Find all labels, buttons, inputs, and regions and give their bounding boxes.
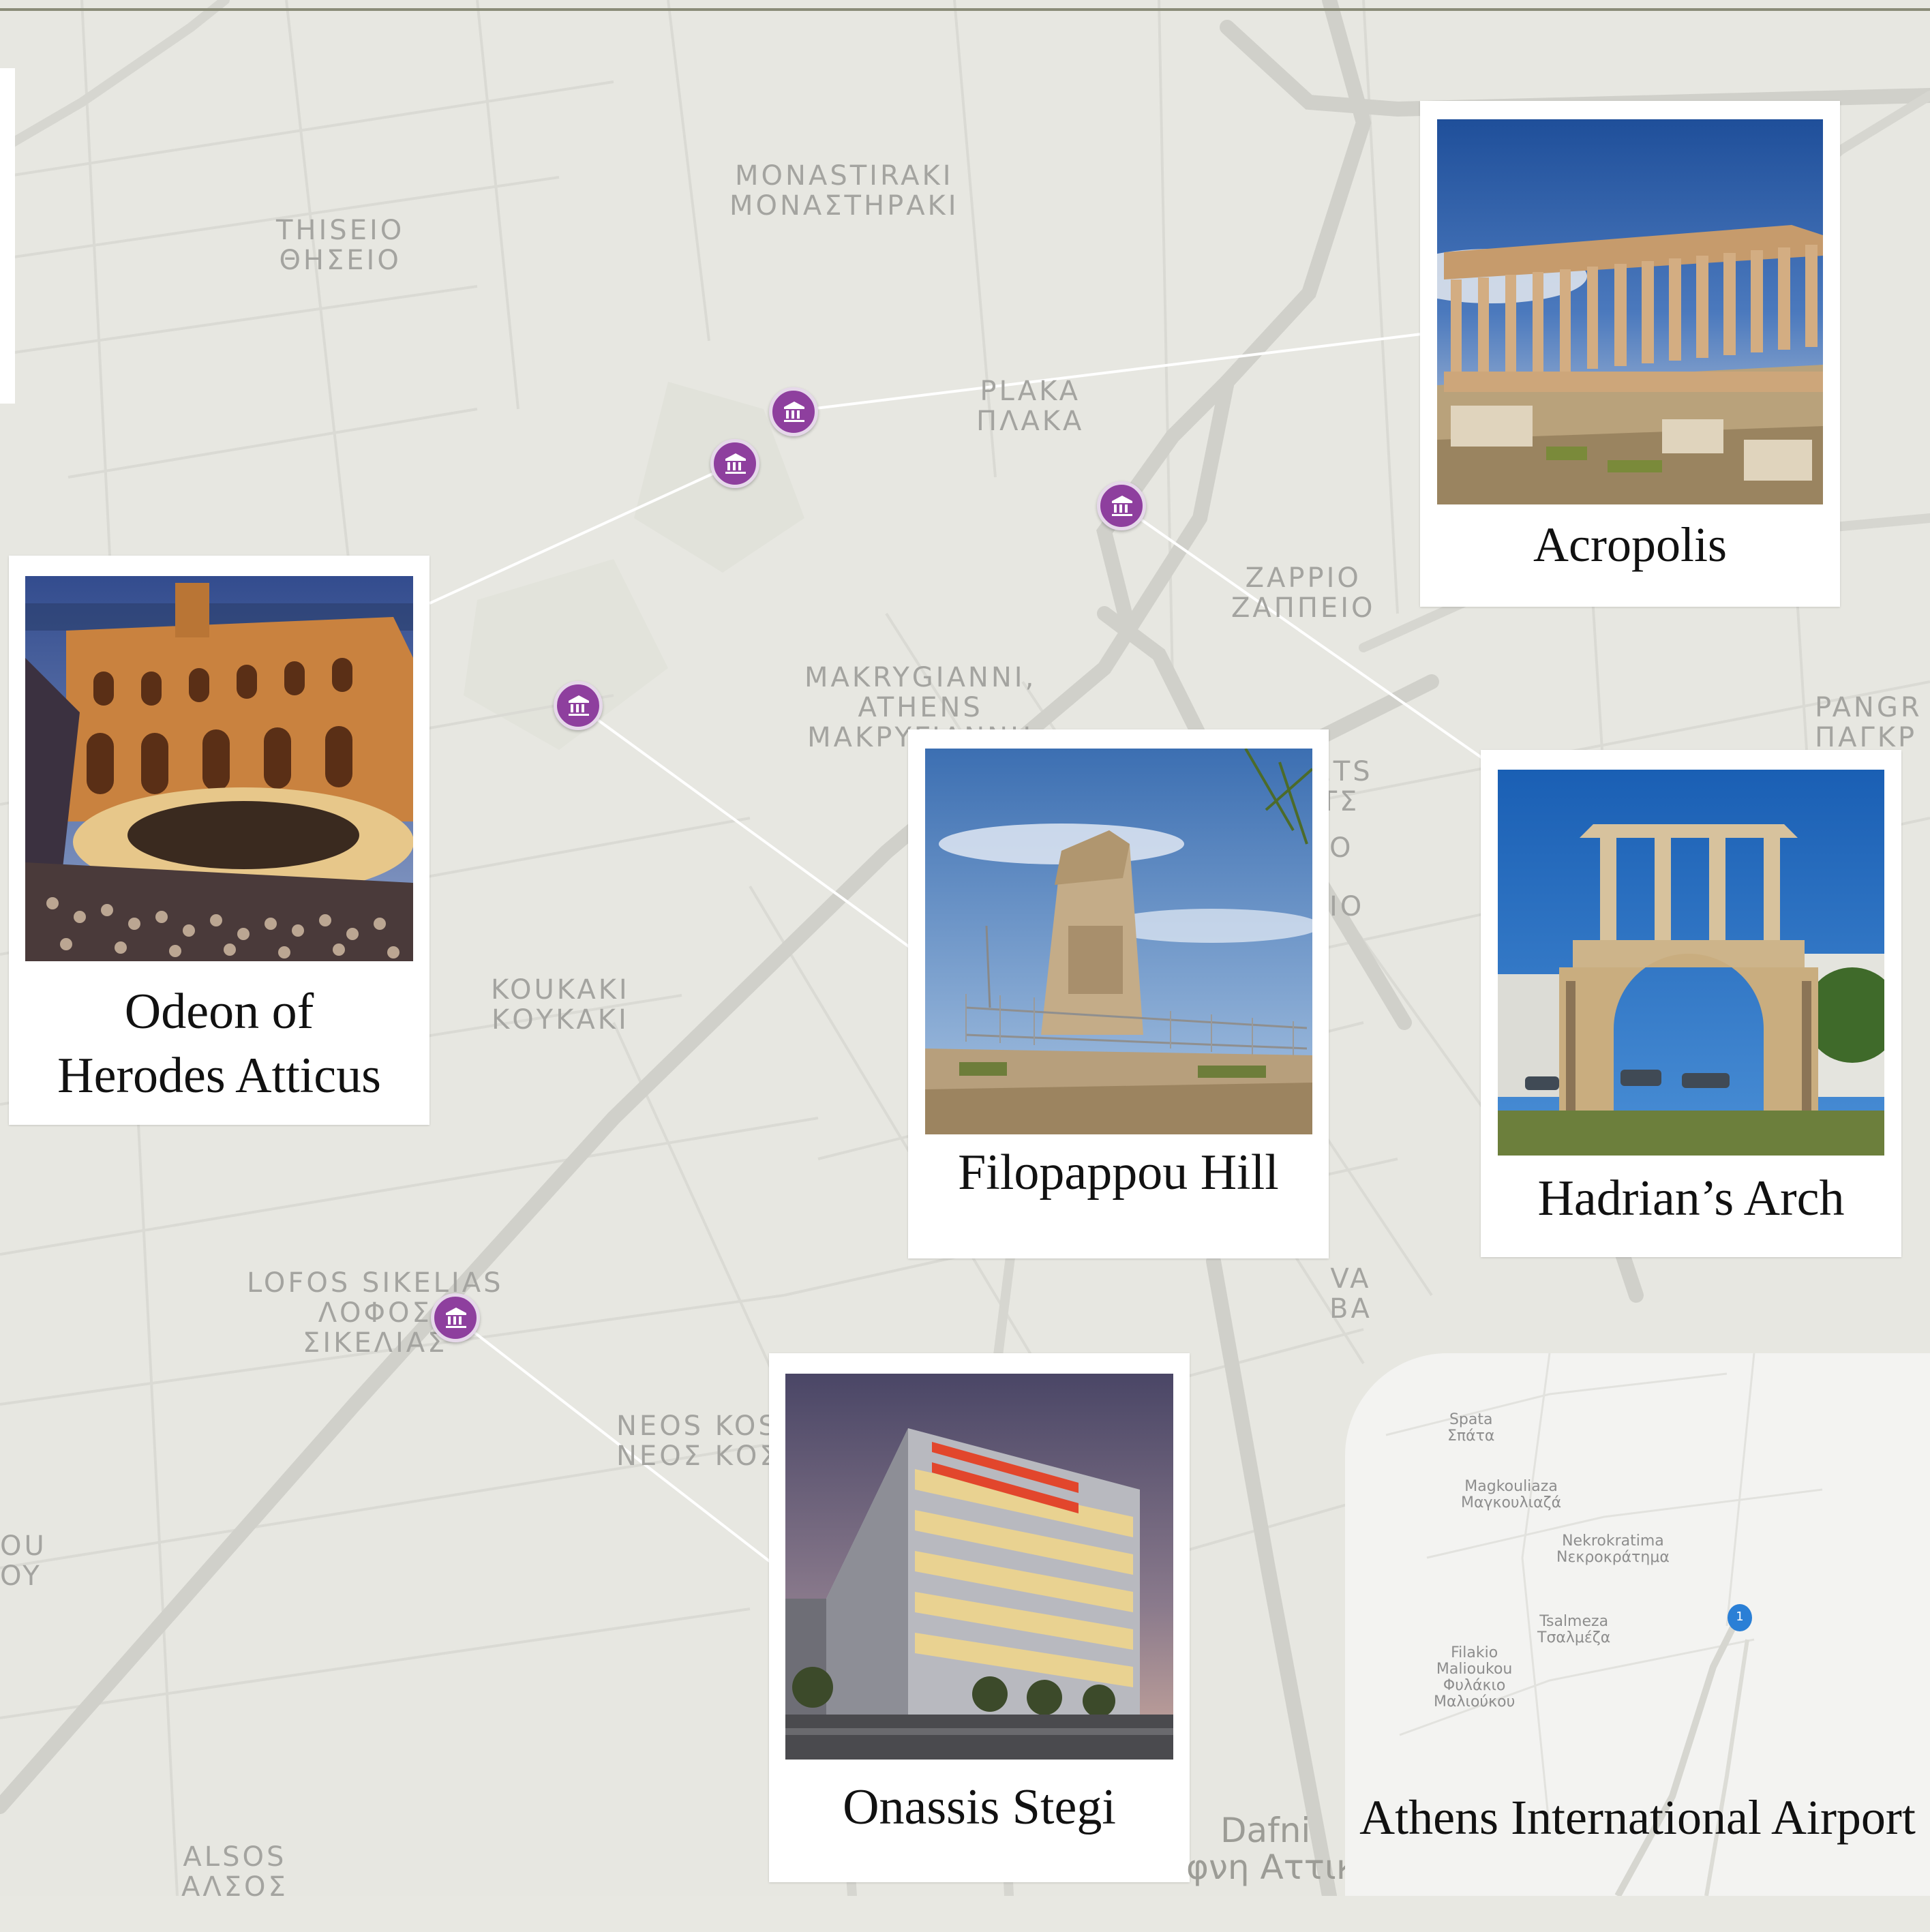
pin-onassis[interactable] xyxy=(431,1293,480,1342)
museum-icon xyxy=(784,402,804,422)
card-odeon-title-line1: Odeon of xyxy=(124,984,314,1040)
area-label-thiseio: THISEIO ΘΗΣΕΙΟ xyxy=(276,215,405,276)
airport-inset-map[interactable]: Spata Σπάτα Magkouliaza Μαγκουλιαζά Nekrok… xyxy=(1345,1353,1930,1896)
area-label-monastiraki: MONASTIRAKI ΜΟΝΑΣΤΗΡΑΚΙ xyxy=(729,160,959,222)
area-label-plaka: PLAKA ΠΛΑΚΑ xyxy=(976,376,1085,437)
inset-label-filakio: Filakio Malioukou Φυλάκιο Μαλιούκου xyxy=(1434,1644,1516,1710)
area-label-fragment-left: OU OY xyxy=(0,1530,47,1592)
area-label-dafni: Dafni xyxy=(1220,1811,1311,1850)
top-rule xyxy=(0,8,1930,11)
area-label-neos-kosmos: NEOS KOS ΝΕΟΣ ΚΟΣ xyxy=(616,1410,780,1472)
card-onassis[interactable]: Onassis Stegi xyxy=(769,1353,1190,1882)
card-acropolis[interactable]: Acropolis xyxy=(1420,101,1840,607)
card-odeon-title-line2: Herodes Atticus xyxy=(57,1048,381,1104)
pin-filopappou[interactable] xyxy=(554,681,603,730)
card-hadrian-title: Hadrian’s Arch xyxy=(1537,1171,1845,1226)
area-label-koukaki: KOUKAKI ΚΟΥΚΑΚΙ xyxy=(491,974,630,1036)
area-label-zappio: ZAPPIO ΖΑΠΠΕΙΟ xyxy=(1231,562,1376,624)
odeon-photo xyxy=(25,576,413,961)
inset-marker[interactable]: 1 xyxy=(1728,1604,1752,1631)
museum-icon xyxy=(446,1308,466,1328)
area-label-fragment-b: IO xyxy=(1329,891,1365,922)
museum-icon xyxy=(1112,496,1132,516)
card-odeon[interactable]: Odeon of Herodes Atticus xyxy=(9,556,429,1125)
museum-icon xyxy=(569,695,589,716)
pin-odeon[interactable] xyxy=(710,439,759,488)
pin-hadrian[interactable] xyxy=(1097,481,1146,530)
filopappou-photo xyxy=(925,749,1312,1134)
acropolis-photo xyxy=(1437,119,1823,504)
card-acropolis-title: Acropolis xyxy=(1533,517,1727,572)
card-odeon-title: Odeon of Herodes Atticus xyxy=(9,980,429,1108)
card-onassis-title: Onassis Stegi xyxy=(843,1779,1116,1835)
card-filopappou-title: Filopappou Hill xyxy=(958,1145,1279,1201)
area-label-alsos: ALSOS ΑΛΣΟΣ xyxy=(181,1841,288,1903)
inset-label-spata: Spata Σπάτα xyxy=(1447,1411,1495,1445)
hadrian-photo xyxy=(1498,770,1884,1156)
inset-label-nekrokratima: Nekrokratima Νεκροκράτημα xyxy=(1556,1533,1670,1566)
card-filopappou[interactable]: Filopappou Hill xyxy=(908,729,1329,1258)
card-hadrian[interactable]: Hadrian’s Arch xyxy=(1481,750,1901,1257)
inset-label-tsalmeza: Tsalmeza Τσαλμέζα xyxy=(1537,1613,1611,1646)
left-panel-edge xyxy=(0,68,15,404)
area-label-fragment-c: VA BA xyxy=(1329,1263,1372,1325)
inset-caption: Athens International Airport xyxy=(1359,1790,1916,1845)
onassis-photo xyxy=(785,1374,1173,1760)
area-label-fragment-a: O xyxy=(1329,832,1354,864)
museum-icon xyxy=(725,453,746,474)
pin-acropolis[interactable] xyxy=(769,387,818,436)
inset-label-magkouliaza: Magkouliaza Μαγκουλιαζά xyxy=(1461,1478,1562,1511)
